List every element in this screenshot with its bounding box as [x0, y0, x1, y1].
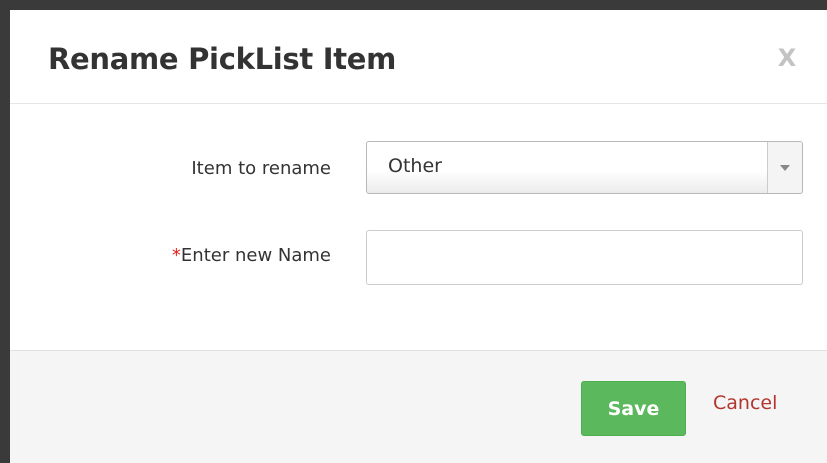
chevron-down-icon: [780, 165, 790, 171]
dialog-title: Rename PickList Item: [48, 42, 397, 76]
dialog-header: Rename PickList Item X: [10, 10, 827, 104]
close-icon[interactable]: X: [776, 44, 798, 72]
new-name-input[interactable]: [366, 230, 803, 285]
item-to-rename-selected-value: Other: [388, 155, 442, 177]
required-marker: *: [171, 245, 181, 266]
rename-picklist-dialog: Rename PickList Item X Item to rename Ot…: [10, 10, 827, 463]
dropdown-toggle[interactable]: [767, 142, 802, 193]
save-button[interactable]: Save: [581, 381, 686, 436]
dialog-footer: Save Cancel: [10, 350, 827, 463]
cancel-button[interactable]: Cancel: [713, 392, 777, 414]
item-to-rename-label: Item to rename: [191, 158, 331, 179]
new-name-label-text: Enter new Name: [180, 245, 331, 266]
item-to-rename-select[interactable]: Other: [366, 141, 803, 194]
dialog-body: Item to rename Other *Enter new Name: [10, 104, 827, 350]
new-name-label: *Enter new Name: [172, 245, 331, 266]
